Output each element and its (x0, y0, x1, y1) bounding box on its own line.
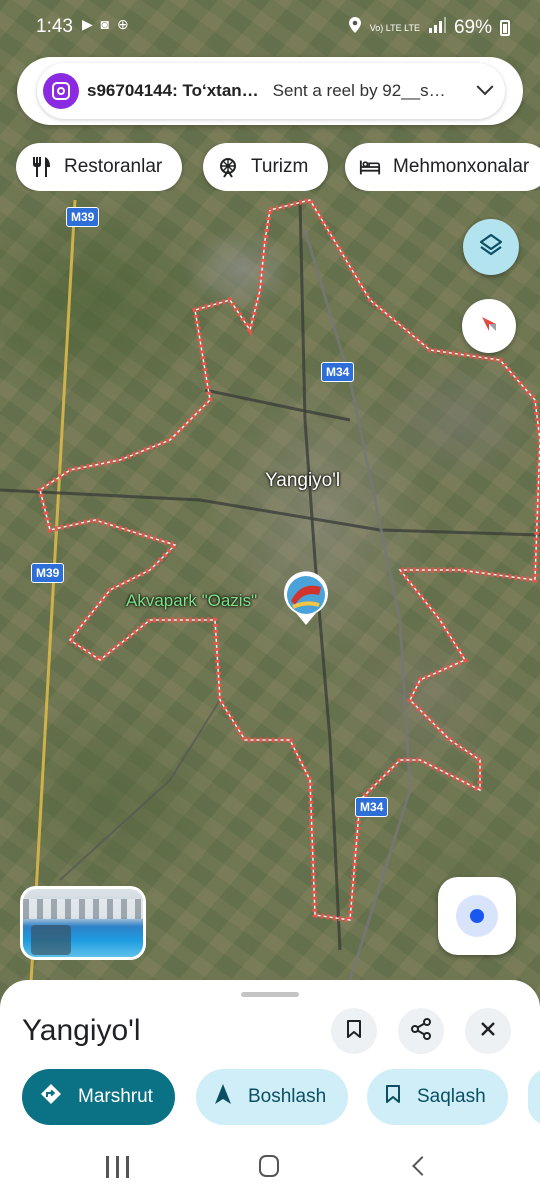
save-button[interactable]: Saqlash (367, 1069, 508, 1125)
status-bar: 1:43 ▶ ◙ ⊕ Vo) LTE LTE 69% (0, 0, 540, 52)
place-title: Yangiyo'l (22, 1014, 141, 1047)
chevron-down-icon[interactable] (476, 78, 494, 96)
chip-restaurants[interactable]: Restoranlar (16, 143, 183, 191)
status-right: Vo) LTE LTE 69% (348, 16, 510, 40)
chip-label: Restoranlar (64, 156, 163, 177)
poi-marker[interactable] (281, 571, 331, 627)
back-button[interactable] (412, 1156, 432, 1176)
notification-text: Sent a reel by 92__s… (272, 81, 446, 100)
place-photo-thumbnail[interactable] (20, 886, 146, 960)
city-label[interactable]: Yangiyo'l (265, 470, 340, 492)
action-label: Boshlash (248, 1086, 327, 1107)
notification-icons: ▶ ◙ ⊕ (82, 16, 131, 32)
recent-apps-button[interactable] (106, 1156, 129, 1178)
status-time: 1:43 (36, 16, 73, 37)
bookmark-icon (346, 1019, 362, 1044)
directions-icon (40, 1083, 62, 1111)
city-boundary (37, 197, 540, 923)
sheet-drag-handle[interactable] (241, 992, 299, 997)
road-shield-m34: M34 (355, 797, 389, 817)
instagram-icon (43, 73, 79, 109)
hotel-icon (359, 156, 381, 178)
action-buttons: Marshrut Boshlash Saqlash (22, 1069, 540, 1125)
home-button[interactable] (259, 1155, 279, 1177)
compass-button[interactable] (462, 299, 516, 353)
category-chips: Restoranlar Turizm Mehmonxonalar (16, 143, 540, 191)
chip-label: Mehmonxonalar (393, 156, 530, 177)
action-label: Marshrut (78, 1086, 153, 1107)
chip-hotels[interactable]: Mehmonxonalar (345, 143, 540, 191)
layers-icon (477, 231, 505, 264)
directions-button[interactable]: Marshrut (22, 1069, 175, 1125)
attraction-icon (217, 156, 239, 178)
network-label: Vo) LTE LTE (369, 22, 420, 33)
start-button[interactable]: Boshlash (196, 1069, 349, 1125)
my-location-icon (456, 895, 498, 937)
share-icon (410, 1017, 432, 1045)
chip-tourism[interactable]: Turizm (203, 143, 329, 191)
close-icon (480, 1021, 496, 1042)
navigation-arrow-icon (214, 1083, 232, 1111)
notification-title: s96704144: To‘xtan… (87, 81, 259, 100)
close-button[interactable] (465, 1008, 511, 1054)
road-shield-m39: M39 (31, 563, 65, 583)
location-status-icon (348, 16, 362, 40)
chip-label: Turizm (251, 156, 309, 177)
compass-icon (478, 313, 500, 340)
battery-percent: 69% (453, 17, 492, 38)
signal-icon (428, 17, 446, 39)
save-icon-button[interactable] (331, 1008, 377, 1054)
my-location-button[interactable] (438, 877, 516, 955)
share-button[interactable] (398, 1008, 444, 1054)
action-label: Saqlash (417, 1086, 486, 1107)
more-actions-button[interactable] (528, 1069, 540, 1125)
notification-content[interactable]: s96704144: To‘xtan… Sent a reel by 92__s… (37, 63, 505, 119)
layers-button[interactable] (463, 219, 519, 275)
poi-label[interactable]: Akvapark "Oazis" (126, 591, 257, 611)
bookmark-icon (385, 1084, 401, 1110)
restaurant-icon (30, 156, 52, 178)
system-navigation-bar (0, 1136, 540, 1200)
road-shield-m39: M39 (66, 207, 100, 227)
notification-banner[interactable]: s96704144: To‘xtan… Sent a reel by 92__s… (17, 57, 523, 125)
road-shield-m34: M34 (321, 362, 355, 382)
battery-icon (500, 20, 510, 36)
